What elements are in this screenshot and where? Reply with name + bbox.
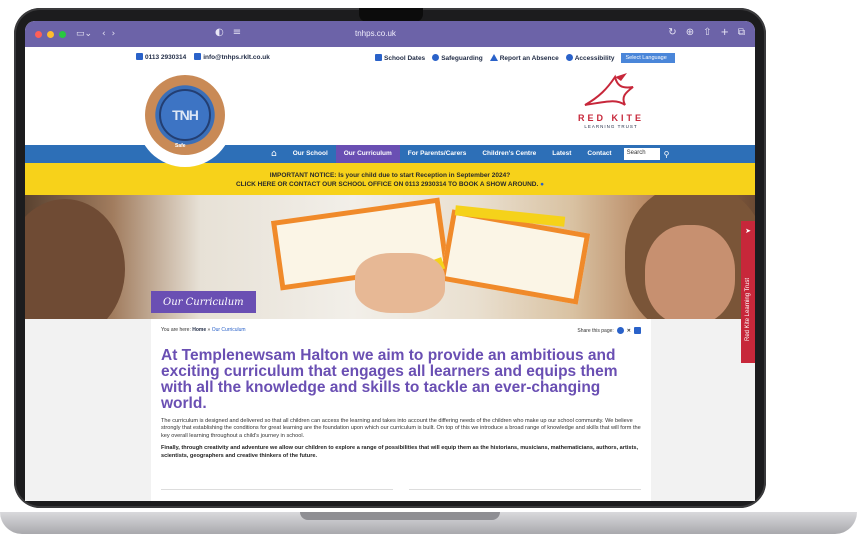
info-icon: ● xyxy=(540,181,545,188)
laptop-lid: ▭⌄ ‹ › ◐ ≡ tnhps.co.uk ↻ ⊕ ⇧ + ⧉ 0113 29… xyxy=(14,8,766,508)
main-content: You are here: Home » Our Curriculum Shar… xyxy=(151,319,651,501)
hero-worksheet-2 xyxy=(439,209,591,305)
red-kite-logo[interactable]: RED KITE LEARNING TRUST xyxy=(571,71,651,143)
report-absence-label: Report an Absence xyxy=(499,55,559,62)
hero-child-left xyxy=(25,199,125,319)
share-label: Share this page: xyxy=(577,327,614,334)
nav-our-school[interactable]: Our School xyxy=(285,145,336,163)
utility-bar: 0113 2930314 info@tnhps.rklt.co.uk Schoo… xyxy=(25,47,755,67)
logo-ring: TNH Safe xyxy=(145,75,225,155)
sidebar-toggle-icon[interactable]: ▭⌄ xyxy=(76,29,92,39)
reload-icon[interactable]: ↻ xyxy=(668,27,676,38)
page-headline: At Templenewsam Halton we aim to provide… xyxy=(161,347,618,412)
breadcrumb-home[interactable]: Home xyxy=(192,327,206,333)
close-window-button[interactable] xyxy=(35,30,42,38)
red-kite-bird-icon xyxy=(584,73,634,106)
partner-sub: LEARNING TRUST xyxy=(584,124,638,129)
privacy-icon[interactable]: ◐ xyxy=(215,27,224,38)
nav-our-curriculum[interactable]: Our Curriculum xyxy=(335,145,400,163)
browser-toolbar: ▭⌄ ‹ › ◐ ≡ tnhps.co.uk ↻ ⊕ ⇧ + ⧉ xyxy=(25,21,755,47)
share-bar: Share this page: ✕ xyxy=(577,327,641,334)
forward-icon[interactable]: › xyxy=(112,29,116,39)
tabs-overview-icon[interactable]: ⧉ xyxy=(738,27,745,38)
section-card-left[interactable] xyxy=(161,489,393,501)
accessibility-link[interactable]: Accessibility xyxy=(565,54,615,62)
section-card-right[interactable] xyxy=(409,489,641,501)
nav-childrens-centre[interactable]: Children's Centre xyxy=(474,145,544,163)
content-sections-row xyxy=(161,489,641,501)
x-icon[interactable]: ✕ xyxy=(627,328,631,334)
logo-safe-text: Safe xyxy=(175,143,186,149)
breadcrumb-prefix: You are here: xyxy=(161,327,193,333)
nav-parents-carers[interactable]: For Parents/Carers xyxy=(400,145,475,163)
search-input[interactable]: Search xyxy=(623,148,660,160)
accessibility-icon xyxy=(565,54,573,61)
notice-line-2: CLICK HERE OR CONTACT OUR SCHOOL OFFICE … xyxy=(235,181,539,188)
email-text: info@tnhps.rklt.co.uk xyxy=(203,54,270,61)
calendar-icon xyxy=(375,54,382,61)
warning-icon xyxy=(489,54,498,61)
nav-latest[interactable]: Latest xyxy=(544,145,579,163)
hero-image xyxy=(25,195,755,319)
report-absence-link[interactable]: Report an Absence xyxy=(489,54,559,62)
hero-child-face xyxy=(645,225,735,319)
hero-hand xyxy=(355,253,445,313)
laptop-lip xyxy=(300,512,500,520)
safeguarding-label: Safeguarding xyxy=(441,55,483,62)
linkedin-icon[interactable] xyxy=(634,327,641,334)
search-icon[interactable]: ⚲ xyxy=(664,150,670,159)
facebook-icon[interactable] xyxy=(616,327,624,334)
breadcrumb: You are here: Home » Our Curriculum Shar… xyxy=(161,327,641,334)
safeguarding-icon xyxy=(432,54,440,61)
accessibility-label: Accessibility xyxy=(574,55,615,62)
school-logo[interactable]: TNH Safe xyxy=(137,71,233,167)
home-icon[interactable]: ⌂ xyxy=(263,145,285,163)
share-icon[interactable]: ⇧ xyxy=(703,27,711,38)
minimize-window-button[interactable] xyxy=(47,30,54,38)
nav-contact[interactable]: Contact xyxy=(579,145,619,163)
important-notice[interactable]: IMPORTANT NOTICE: Is your child due to s… xyxy=(25,163,755,195)
notice-line-1: IMPORTANT NOTICE: Is your child due to s… xyxy=(269,172,511,179)
language-select[interactable]: Select Language xyxy=(621,53,676,63)
side-tab-label: Red Kite Learning Trust xyxy=(745,277,751,341)
new-tab-icon[interactable]: + xyxy=(720,27,728,38)
phone-text: 0113 2930314 xyxy=(145,54,187,61)
email-link[interactable]: info@tnhps.rklt.co.uk xyxy=(194,53,270,61)
page-title-tag: Our Curriculum xyxy=(151,291,256,313)
phone-icon xyxy=(136,53,143,60)
partner-name: RED KITE xyxy=(577,113,644,123)
reader-icon[interactable]: ≡ xyxy=(233,27,241,38)
school-dates-label: School Dates xyxy=(384,55,426,62)
main-nav: ⌂ Our School Our Curriculum For Parents/… xyxy=(25,145,755,163)
site-header: TNH Safe RED KITE LEARNING TRUST xyxy=(25,67,755,167)
laptop-base xyxy=(0,508,857,544)
safeguarding-link[interactable]: Safeguarding xyxy=(432,54,483,62)
back-icon[interactable]: ‹ xyxy=(102,29,106,39)
downloads-icon[interactable]: ⊕ xyxy=(686,27,694,38)
address-bar[interactable]: tnhps.co.uk xyxy=(355,29,396,38)
email-icon xyxy=(194,53,202,60)
phone-link[interactable]: 0113 2930314 xyxy=(136,53,186,61)
closing-paragraph: Finally, through creativity and adventur… xyxy=(161,445,639,459)
kite-icon: ➤ xyxy=(745,228,751,235)
intro-paragraph: The curriculum is designed and delivered… xyxy=(161,418,641,439)
laptop-screen: ▭⌄ ‹ › ◐ ≡ tnhps.co.uk ↻ ⊕ ⇧ + ⧉ 0113 29… xyxy=(25,21,755,501)
camera-notch xyxy=(359,8,423,22)
breadcrumb-current[interactable]: Our Curriculum xyxy=(212,327,246,333)
logo-initials: TNH xyxy=(159,89,211,141)
school-dates-link[interactable]: School Dates xyxy=(375,54,425,62)
zoom-window-button[interactable] xyxy=(59,30,66,38)
red-kite-side-tab[interactable]: ➤ Red Kite Learning Trust xyxy=(741,221,755,363)
